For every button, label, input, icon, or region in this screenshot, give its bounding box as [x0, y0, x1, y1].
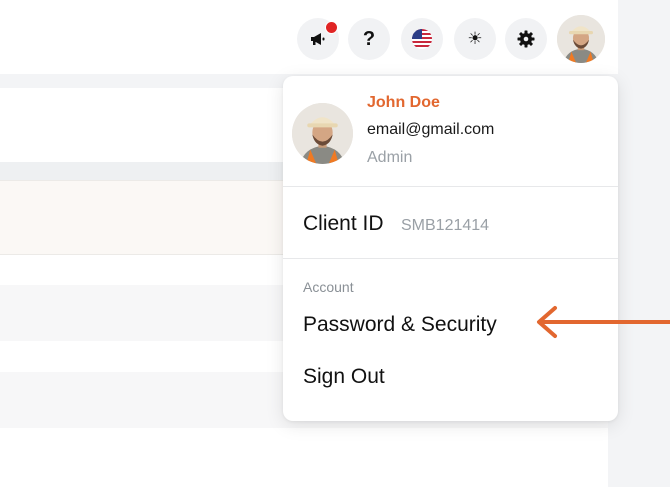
user-name: John Doe — [367, 94, 440, 111]
language-button[interactable] — [401, 18, 443, 60]
notification-badge — [325, 21, 338, 34]
help-button[interactable]: ? — [348, 18, 390, 60]
pointer-arrow-icon — [537, 306, 670, 338]
profile-dropdown: John Doe email@gmail.com Admin Client ID… — [283, 76, 618, 421]
divider — [283, 258, 618, 259]
user-role: Admin — [367, 149, 413, 166]
avatar — [557, 15, 605, 63]
menu-item-sign-out[interactable]: Sign Out — [303, 365, 385, 389]
client-id-value: SMB121414 — [401, 217, 490, 234]
settings-button[interactable] — [505, 18, 547, 60]
brightness-icon: ☀ — [467, 29, 483, 48]
client-id-label: Client ID — [303, 212, 384, 235]
help-icon: ? — [362, 27, 376, 50]
avatar-image — [292, 103, 353, 164]
divider — [283, 186, 618, 187]
us-flag-icon — [412, 29, 432, 49]
menu-item-password-security[interactable]: Password & Security — [303, 313, 497, 337]
gear-icon — [517, 30, 535, 48]
avatar — [292, 103, 353, 164]
megaphone-icon — [311, 33, 325, 45]
account-section-label: Account — [303, 279, 354, 295]
user-email: email@gmail.com — [367, 121, 495, 138]
theme-toggle-button[interactable]: ☀ — [454, 18, 496, 60]
user-avatar-button[interactable] — [557, 15, 605, 63]
